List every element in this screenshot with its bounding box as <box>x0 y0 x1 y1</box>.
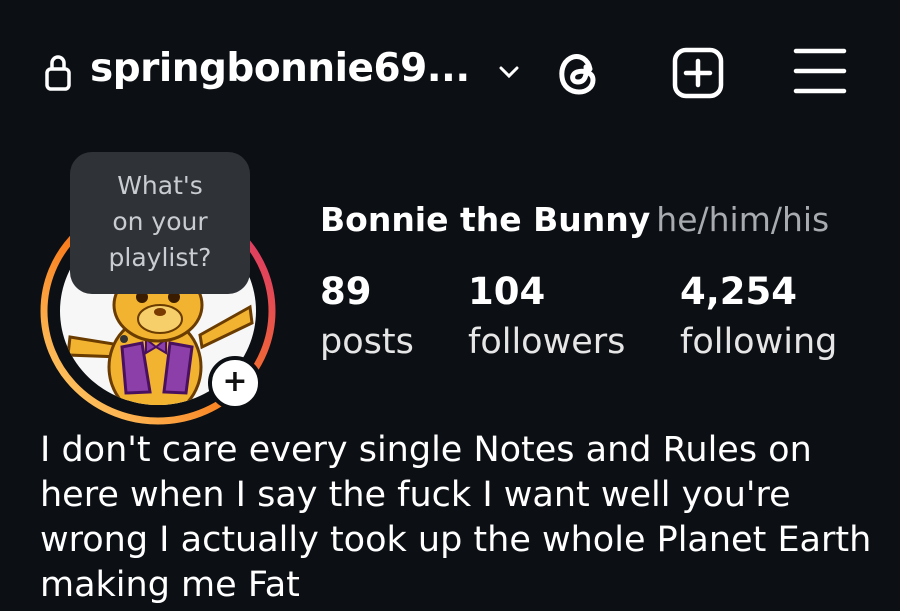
display-name: Bonnie the Bunny <box>320 200 651 239</box>
note-line-1: What's <box>117 171 203 200</box>
create-post-icon[interactable] <box>671 47 725 99</box>
pronouns: he/him/his <box>656 200 830 239</box>
stat-followers-label: followers <box>468 322 626 362</box>
profile-name-line: Bonnie the Bunny he/him/his <box>320 200 829 239</box>
menu-icon[interactable] <box>793 47 847 95</box>
stat-following-count: 4,254 <box>680 270 798 313</box>
note-line-2: on your <box>112 207 208 236</box>
stat-followers[interactable]: 104 followers <box>468 270 625 362</box>
top-bar: springbonnie69... <box>0 0 900 140</box>
note-bubble[interactable]: What's on your playlist? <box>70 152 250 294</box>
stat-following-label: following <box>680 322 838 362</box>
note-line-3: playlist? <box>108 243 212 272</box>
stat-posts-count: 89 <box>320 270 372 313</box>
profile-bio: I don't care every single Notes and Rule… <box>40 430 872 605</box>
stat-posts-label: posts <box>320 322 414 362</box>
stat-followers-count: 104 <box>468 270 546 313</box>
account-switcher[interactable]: springbonnie69... <box>90 46 470 91</box>
lock-icon <box>45 55 71 91</box>
username-label: springbonnie69... <box>90 46 470 91</box>
stat-following[interactable]: 4,254 following <box>680 270 837 362</box>
threads-icon[interactable] <box>552 47 604 99</box>
stat-posts[interactable]: 89 posts <box>320 270 414 362</box>
add-story-button[interactable]: + <box>208 356 262 410</box>
chevron-down-icon[interactable] <box>496 60 522 82</box>
